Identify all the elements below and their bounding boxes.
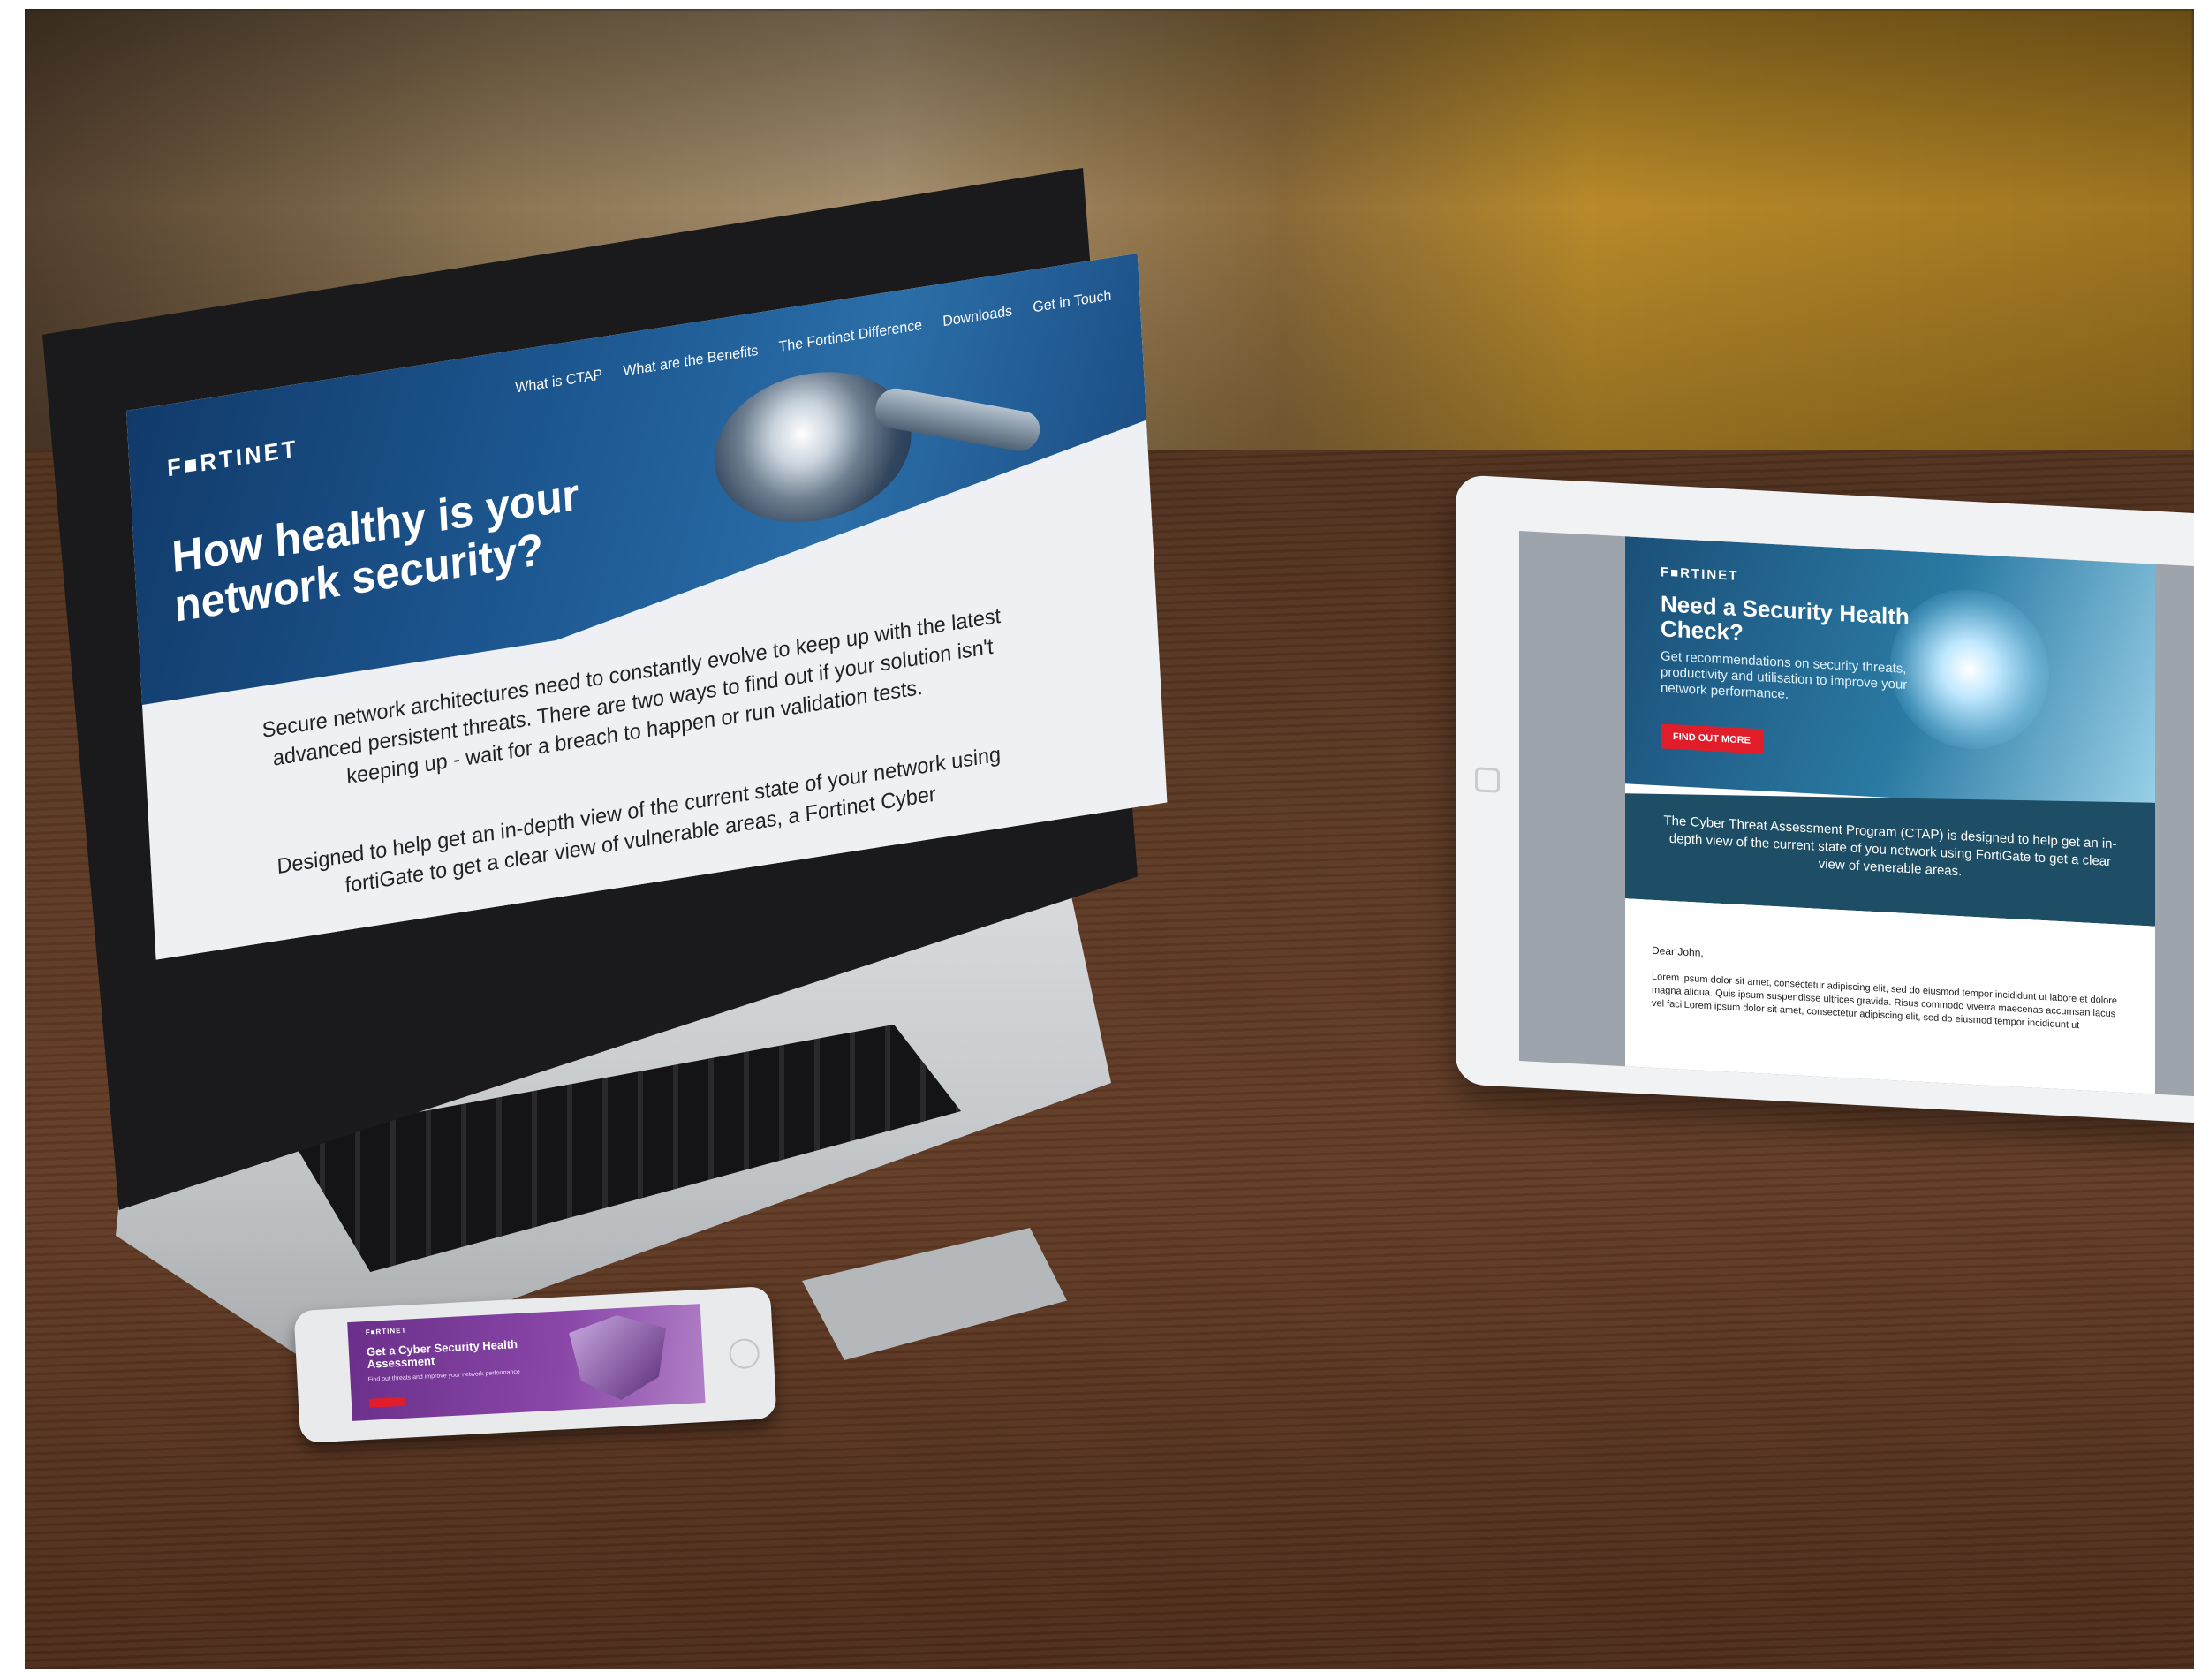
phone-cta-button[interactable] bbox=[368, 1396, 405, 1408]
email-greeting: Dear John, bbox=[1652, 943, 1704, 959]
email-body-text: Lorem ipsum dolor sit amet, consectetur … bbox=[1652, 971, 2118, 1032]
phone-device: F■RTINET Get a Cyber Security Health Ass… bbox=[293, 1285, 777, 1444]
tablet-home-button[interactable] bbox=[1475, 767, 1500, 793]
phone-fortinet-logo: F■RTINET bbox=[365, 1326, 407, 1337]
product-mockup-photo: F■RTINET What is CTAP What are the Benef… bbox=[25, 9, 2194, 1669]
phone-title: Get a Cyber Security Health Assessment bbox=[366, 1337, 518, 1371]
tablet-screen: F■RTINET Need a Security Health Check? G… bbox=[1519, 530, 2194, 1098]
email-newsletter: F■RTINET Need a Security Health Check? G… bbox=[1625, 536, 2155, 1094]
tablet-device: F■RTINET Need a Security Health Check? G… bbox=[1456, 474, 2194, 1124]
phone-screen: F■RTINET Get a Cyber Security Health Ass… bbox=[347, 1304, 706, 1421]
phone-home-button[interactable] bbox=[728, 1337, 760, 1370]
shield-icon bbox=[568, 1313, 670, 1403]
phone-subtitle: Find out threats and improve your networ… bbox=[367, 1368, 520, 1383]
